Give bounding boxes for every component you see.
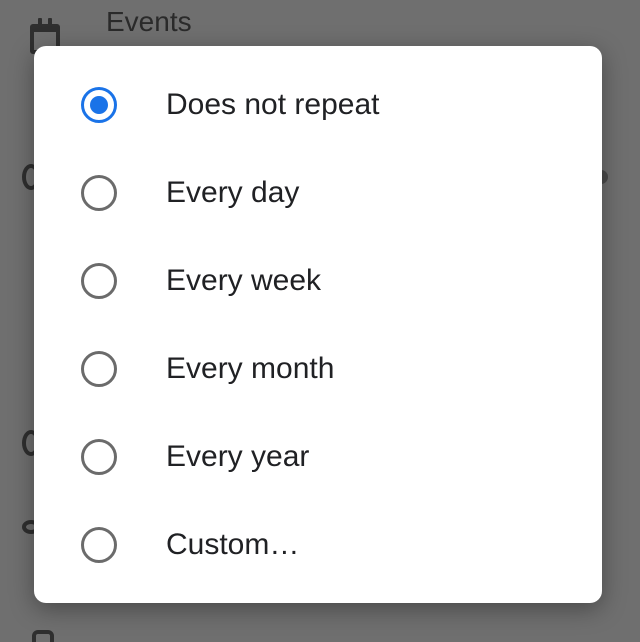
repeat-options-dialog: Does not repeat Every day Every week Eve… bbox=[34, 46, 602, 603]
option-every-year[interactable]: Every year bbox=[34, 413, 602, 501]
option-label: Every week bbox=[166, 264, 322, 297]
radio-dot bbox=[90, 96, 108, 114]
option-label: Custom… bbox=[166, 528, 300, 561]
option-label: Every month bbox=[166, 352, 335, 385]
radio-checked-icon[interactable] bbox=[81, 87, 117, 123]
option-does-not-repeat[interactable]: Does not repeat bbox=[34, 61, 602, 149]
option-custom[interactable]: Custom… bbox=[34, 501, 602, 589]
option-every-week[interactable]: Every week bbox=[34, 237, 602, 325]
option-label: Does not repeat bbox=[166, 88, 380, 121]
radio-unchecked-icon[interactable] bbox=[81, 175, 117, 211]
option-label: Every year bbox=[166, 440, 310, 473]
radio-unchecked-icon[interactable] bbox=[81, 527, 117, 563]
events-label: Events bbox=[106, 6, 192, 37]
partial-bottom-icon bbox=[32, 630, 54, 642]
radio-unchecked-icon[interactable] bbox=[81, 351, 117, 387]
radio-unchecked-icon[interactable] bbox=[81, 263, 117, 299]
option-every-day[interactable]: Every day bbox=[34, 149, 602, 237]
option-every-month[interactable]: Every month bbox=[34, 325, 602, 413]
option-label: Every day bbox=[166, 176, 300, 209]
radio-unchecked-icon[interactable] bbox=[81, 439, 117, 475]
